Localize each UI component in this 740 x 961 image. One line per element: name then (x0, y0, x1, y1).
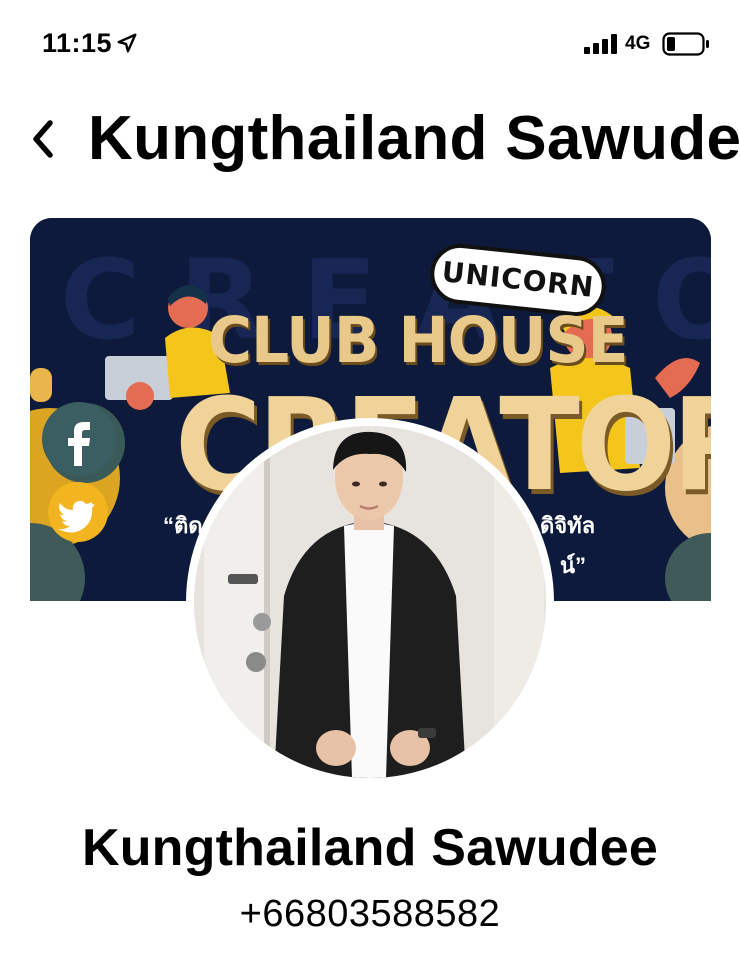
profile-avatar[interactable] (186, 418, 554, 786)
chevron-left-icon (33, 120, 53, 158)
twitter-icon (48, 482, 108, 542)
battery-icon (662, 32, 709, 56)
cellular-signal-icon (584, 34, 617, 54)
cover-caption-right-2: น์” (560, 553, 587, 578)
facebook-icon (42, 402, 116, 476)
cover-caption-right: ดิจิทัล (540, 513, 596, 538)
location-arrow-icon (117, 33, 137, 53)
network-type: 4G (625, 33, 651, 54)
profile-phone[interactable]: +66803588582 (0, 893, 740, 936)
page-title: Kungthailand Sawudee (88, 104, 740, 173)
profile-header: Kungthailand Sawudee (0, 95, 740, 185)
person-photo (194, 426, 546, 778)
status-time: 11:15 (42, 28, 113, 58)
status-bar: 11:15 4G (0, 0, 740, 90)
avatar-photo (194, 426, 546, 778)
profile-name: Kungthailand Sawudee (81, 819, 659, 877)
back-button[interactable] (22, 113, 70, 165)
cover-title-line-1: CLUB HOUSE (208, 304, 629, 378)
